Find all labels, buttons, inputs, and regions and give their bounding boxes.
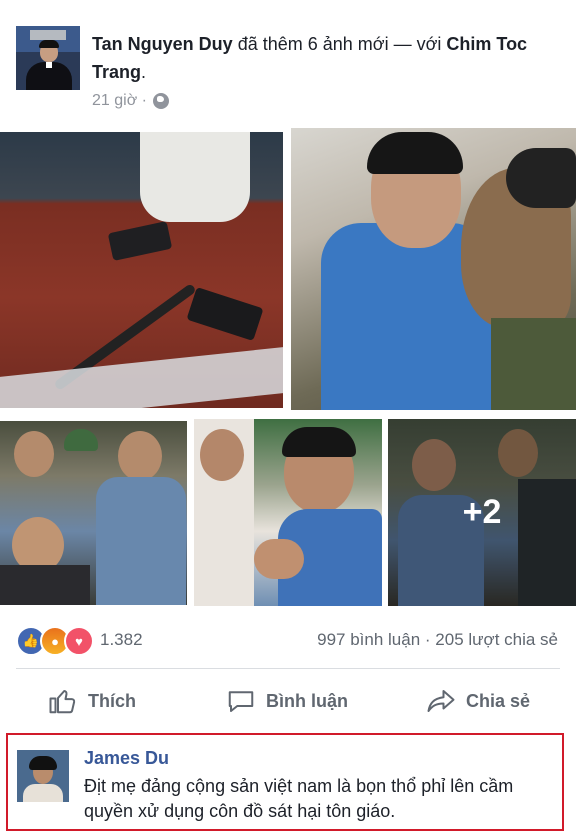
tagged-suffix: . [141,62,147,82]
comment-label: Bình luận [266,690,348,711]
comment-bubble-icon [228,691,254,712]
share-arrow-icon [427,690,455,712]
more-photos-overlay[interactable]: +2 [388,419,576,606]
post-header: Tan Nguyen Duy đã thêm 6 ảnh mới — với C… [92,30,562,86]
comment-text: Địt mẹ đảng cộng sản việt nam là bọn thổ… [84,776,514,821]
author-avatar[interactable] [16,26,80,90]
photo-3[interactable] [0,421,187,605]
like-button[interactable]: Thích [48,686,136,716]
post-meta: 21 giờ · [92,92,169,110]
photo-5[interactable]: +2 [388,419,576,606]
commenter-avatar[interactable] [17,750,69,802]
globe-icon [152,93,169,109]
comment-count[interactable]: 997 bình luận [317,630,420,649]
reaction-count[interactable]: 1.382 [100,630,143,650]
stats-separator: · [424,630,431,649]
divider [16,668,560,669]
thumbs-up-icon [49,690,76,714]
post-time[interactable]: 21 giờ · [92,92,147,110]
love-reaction-icon: ♥ [64,626,94,656]
photo-1[interactable] [0,132,283,408]
reaction-icons[interactable]: 👍 ● ♥ [16,626,94,656]
author-name[interactable]: Tan Nguyen Duy [92,34,233,54]
comment-button[interactable]: Bình luận [226,686,348,716]
share-label: Chia sẻ [466,690,531,711]
photo-2[interactable] [291,128,576,410]
photo-4[interactable] [194,419,382,606]
post-stats: 997 bình luận · 205 lượt chia sẻ [317,630,558,650]
like-label: Thích [88,690,136,711]
commenter-name[interactable]: James Du [84,748,169,769]
share-count[interactable]: 205 lượt chia sẻ [435,630,558,649]
share-button[interactable]: Chia sẻ [426,686,530,716]
post-action-text: đã thêm 6 ảnh mới — với [237,34,442,54]
